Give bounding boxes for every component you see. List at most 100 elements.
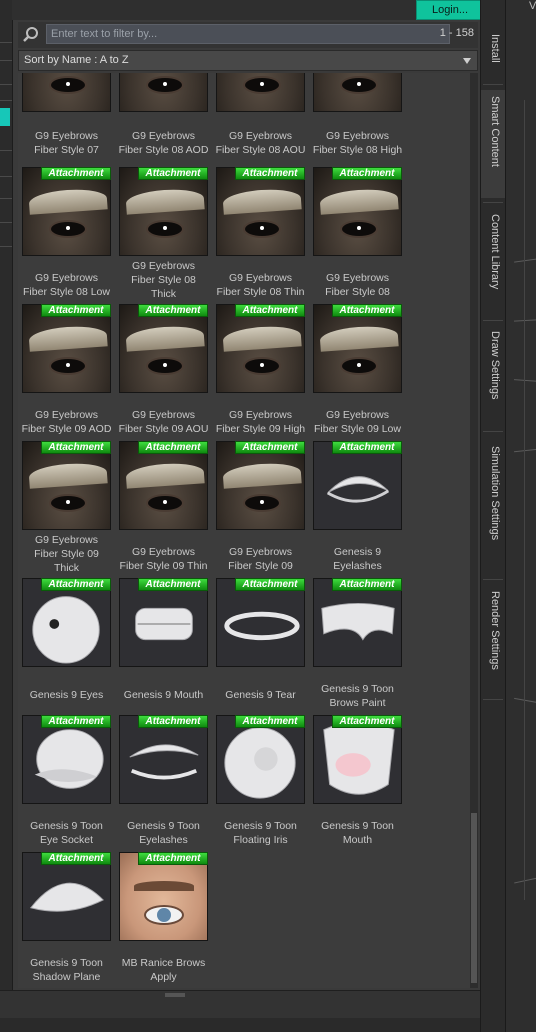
- content-tile[interactable]: Attachment Genesis 9 Eyes: [18, 578, 115, 715]
- content-tile[interactable]: Attachment G9 Eyebrows Fiber Style 09 AOU: [115, 304, 212, 441]
- attachment-badge: Attachment: [332, 304, 402, 317]
- tab-label: Install: [489, 34, 501, 63]
- attachment-badge: Attachment: [332, 578, 402, 591]
- attachment-badge: Attachment: [138, 441, 208, 454]
- content-tile[interactable]: Attachment G9 Eyebrows Fiber Style 08 Thin: [212, 167, 309, 304]
- viewport-label: V: [529, 0, 536, 12]
- login-button[interactable]: Login...: [416, 0, 484, 20]
- thumbnail: [313, 441, 402, 530]
- tile-label-line: Fiber Style 09 AOD: [21, 423, 112, 435]
- content-tile[interactable]: Attachment G9 Eyebrows Fiber Style 09 Low: [309, 304, 406, 441]
- attachment-badge: Attachment: [41, 715, 111, 728]
- tile-label-line: G9 Eyebrows: [34, 130, 99, 142]
- content-tile[interactable]: Attachment Genesis 9 Eyelashes: [309, 441, 406, 578]
- content-tile[interactable]: Attachment Genesis 9 Toon Eye Socket: [18, 715, 115, 852]
- thumbnail: [22, 167, 111, 256]
- tile-label: Genesis 9 Eyes: [18, 688, 115, 702]
- tile-label-line: Shadow Plane: [32, 971, 101, 983]
- content-tile[interactable]: Attachment Genesis 9 Toon Shadow Plane: [18, 852, 115, 988]
- content-tile[interactable]: Attachment Genesis 9 Toon Floating Iris: [212, 715, 309, 852]
- thumbnail: [119, 441, 208, 530]
- content-tile[interactable]: Attachment Genesis 9 Toon Eyelashes: [115, 715, 212, 852]
- content-tile[interactable]: Attachment G9 Eyebrows Fiber Style 09 Thin: [115, 441, 212, 578]
- tab-separator: [483, 699, 503, 700]
- attachment-badge: Attachment: [332, 441, 402, 454]
- content-tile[interactable]: Attachment G9 Eyebrows Fiber Style 08 Thick: [115, 167, 212, 304]
- content-tile[interactable]: G9 Eyebrows Fiber Style 08 AOD: [115, 73, 212, 160]
- content-tile[interactable]: Attachment Genesis 9 Toon Mouth: [309, 715, 406, 852]
- tile-label-line: Fiber Style 08: [131, 274, 196, 286]
- content-tile[interactable]: Attachment G9 Eyebrows Fiber Style 08 Low: [18, 167, 115, 304]
- status-strip: [0, 1018, 480, 1032]
- tile-label: G9 Eyebrows Fiber Style 07: [18, 129, 115, 157]
- tab-label: Render Settings: [489, 591, 501, 670]
- tile-label-line: Genesis 9 Toon: [321, 820, 394, 832]
- thumbnail: [313, 304, 402, 393]
- tile-label: G9 Eyebrows Fiber Style 08 AOD: [115, 129, 212, 157]
- attachment-badge: Attachment: [235, 715, 305, 728]
- tile-label: G9 Eyebrows Fiber Style 09: [212, 545, 309, 573]
- tile-label: G9 Eyebrows Fiber Style 08 Low: [18, 271, 115, 299]
- thumbnail: [313, 167, 402, 256]
- content-tile[interactable]: Attachment G9 Eyebrows Fiber Style 09 Thick: [18, 441, 115, 578]
- tile-label: MB Ranice Brows Apply: [115, 956, 212, 984]
- thumbnail: [119, 715, 208, 804]
- attachment-badge: Attachment: [138, 167, 208, 180]
- content-tile[interactable]: G9 Eyebrows Fiber Style 08 High: [309, 73, 406, 160]
- tile-label: Genesis 9 Toon Shadow Plane: [18, 956, 115, 984]
- content-tile[interactable]: Attachment G9 Eyebrows Fiber Style 09 AOD: [18, 304, 115, 441]
- attachment-badge: Attachment: [41, 441, 111, 454]
- tile-label-line: Genesis 9 Toon: [127, 820, 200, 832]
- thumbnail: [22, 578, 111, 667]
- filter-input[interactable]: [46, 24, 450, 44]
- tab-smart-content[interactable]: Smart Content: [481, 90, 505, 198]
- tab-content-library[interactable]: Content Library: [481, 208, 505, 316]
- content-tile[interactable]: Attachment G9 Eyebrows Fiber Style 09 High: [212, 304, 309, 441]
- tile-label-line: G9 Eyebrows: [228, 409, 293, 421]
- thumbnail: [216, 304, 305, 393]
- content-tile[interactable]: Attachment G9 Eyebrows Fiber Style 08: [309, 167, 406, 304]
- thumbnail: [216, 73, 305, 112]
- attachment-badge: Attachment: [235, 578, 305, 591]
- tile-label-line: G9 Eyebrows: [34, 272, 99, 284]
- content-tile[interactable]: Attachment G9 Eyebrows Fiber Style 09: [212, 441, 309, 578]
- attachment-badge: Attachment: [332, 715, 402, 728]
- scroll-thumb[interactable]: [471, 813, 477, 983]
- tab-separator: [483, 431, 503, 432]
- tab-install[interactable]: Install: [481, 28, 505, 80]
- tile-label-line: G9 Eyebrows: [131, 260, 196, 272]
- tab-render-settings[interactable]: Render Settings: [481, 585, 505, 695]
- thumbnail: [313, 73, 402, 112]
- tile-label-line: Genesis 9 Toon: [30, 957, 103, 969]
- content-tile[interactable]: Attachment Genesis 9 Tear: [212, 578, 309, 715]
- sort-dropdown[interactable]: Sort by Name : A to Z: [18, 50, 478, 71]
- tile-label: Genesis 9 Toon Brows Paint: [309, 682, 406, 710]
- splitter-handle[interactable]: [165, 993, 185, 997]
- content-tile[interactable]: G9 Eyebrows Fiber Style 08 AOU: [212, 73, 309, 160]
- content-tile[interactable]: Attachment MB Ranice Brows Apply: [115, 852, 212, 988]
- tile-label-line: G9 Eyebrows: [131, 546, 196, 558]
- chevron-down-icon: [463, 58, 471, 64]
- scrollbar[interactable]: [470, 73, 478, 988]
- tile-label-line: Eyelashes: [139, 834, 188, 846]
- tile-label-line: G9 Eyebrows: [228, 130, 293, 142]
- tile-label-line: Eyelashes: [333, 560, 382, 572]
- tile-label-line: Fiber Style 09 Thin: [119, 560, 208, 572]
- top-bar: Login...: [12, 0, 484, 20]
- tab-separator: [483, 202, 503, 203]
- content-tile[interactable]: Attachment Genesis 9 Toon Brows Paint: [309, 578, 406, 715]
- tile-label-line: G9 Eyebrows: [228, 272, 293, 284]
- thumbnail: [216, 441, 305, 530]
- tile-label-line: Fiber Style 09: [228, 560, 293, 572]
- tile-label: Genesis 9 Tear: [212, 688, 309, 702]
- viewport-pane[interactable]: V: [505, 0, 536, 1032]
- tab-simulation-settings[interactable]: Simulation Settings: [481, 440, 505, 575]
- content-tile[interactable]: Attachment Genesis 9 Mouth: [115, 578, 212, 715]
- side-tab-panel: Install Smart Content Content Library Draw …: [480, 0, 505, 1032]
- attachment-badge: Attachment: [41, 852, 111, 865]
- content-tile[interactable]: G9 Eyebrows Fiber Style 07: [18, 73, 115, 160]
- tile-label-line: Genesis 9 Eyes: [29, 689, 104, 701]
- tile-label-line: G9 Eyebrows: [34, 409, 99, 421]
- search-icon[interactable]: [22, 26, 40, 44]
- tab-draw-settings[interactable]: Draw Settings: [481, 325, 505, 427]
